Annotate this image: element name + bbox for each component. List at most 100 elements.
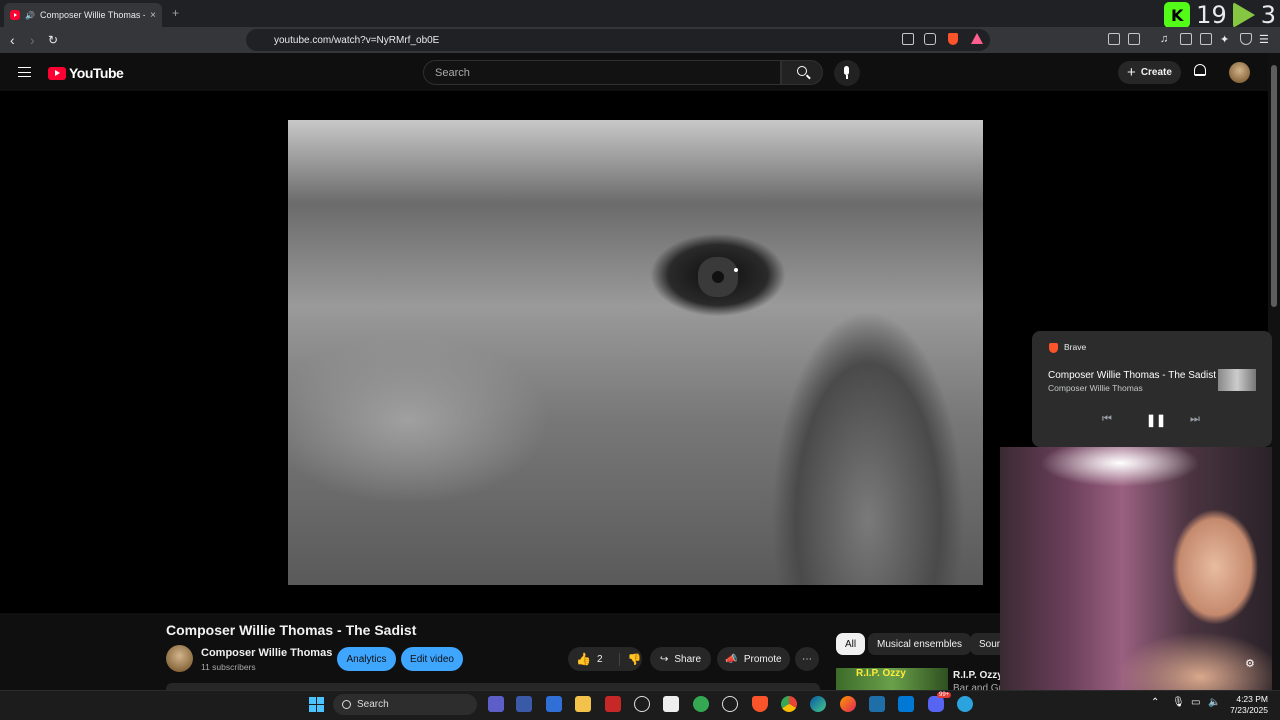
volume-icon[interactable]: 🔈: [1208, 697, 1220, 708]
media-controls-icon[interactable]: ♫: [1160, 33, 1168, 45]
youtube-logo[interactable]: YouTube: [48, 65, 124, 81]
notifications-bell-icon[interactable]: [1194, 64, 1206, 76]
share-page-icon[interactable]: [924, 33, 936, 45]
vpn-shield-icon[interactable]: [1240, 33, 1252, 45]
chip-all[interactable]: All: [836, 633, 866, 655]
app-icon-infinity[interactable]: [869, 696, 885, 712]
kick-viewer-count: 19: [1196, 1, 1227, 29]
video-eye-left: [712, 271, 724, 283]
leo-ai-icon[interactable]: ✦: [1220, 33, 1229, 46]
plus-icon: +: [1127, 64, 1136, 81]
sidebar-icon[interactable]: [1180, 33, 1192, 45]
promote-button[interactable]: 📣 Promote: [717, 647, 790, 671]
gear-icon[interactable]: ⚙: [1245, 657, 1255, 670]
forward-arrow-icon[interactable]: ›: [30, 32, 35, 48]
chrome-icon[interactable]: [781, 696, 797, 712]
stream-counter-overlay: K 19 3: [1164, 1, 1276, 29]
app-icon-capcut[interactable]: [663, 696, 679, 712]
speaker-icon[interactable]: 🔊: [25, 11, 35, 20]
file-explorer-icon[interactable]: [575, 696, 591, 712]
rumble-logo-icon: [1232, 2, 1255, 28]
tray-chevron-icon[interactable]: ⌃: [1151, 697, 1159, 708]
reload-icon[interactable]: ↻: [48, 33, 58, 47]
share-label: Share: [674, 653, 702, 665]
description-box[interactable]: [166, 683, 820, 690]
edit-video-button[interactable]: Edit video: [401, 647, 463, 671]
like-count: 2: [596, 653, 603, 665]
app-icon-b[interactable]: [516, 696, 532, 712]
extensions-icon[interactable]: [1108, 33, 1120, 45]
video-frame-closeup-eyes[interactable]: [288, 120, 983, 585]
search-button[interactable]: [781, 60, 823, 85]
popup-media-title: Composer Willie Thomas - The Sadist: [1048, 370, 1217, 381]
microphone-tray-icon[interactable]: 🎙: [1172, 697, 1185, 708]
account-avatar[interactable]: [1229, 62, 1250, 83]
browser-menu-icon[interactable]: ☰: [1259, 33, 1269, 46]
channel-avatar[interactable]: [166, 645, 193, 672]
brave-logo-icon: [1049, 343, 1058, 353]
back-arrow-icon[interactable]: ‹: [10, 32, 15, 48]
app-icon-red[interactable]: [605, 696, 621, 712]
telegram-icon[interactable]: [957, 696, 973, 712]
new-tab-button[interactable]: +: [172, 6, 179, 20]
vscode-icon[interactable]: [898, 696, 914, 712]
cast-icon[interactable]: [902, 33, 914, 45]
address-url: youtube.com/watch?v=NyRMrf_ob0E: [274, 34, 440, 46]
wallet-icon[interactable]: [1128, 33, 1140, 45]
brave-shields-icon[interactable]: [948, 33, 958, 45]
search-input[interactable]: Search: [423, 60, 781, 85]
discord-icon[interactable]: [928, 696, 944, 712]
recommended-video-thumbnail[interactable]: R.I.P. Ozzy: [836, 668, 948, 690]
create-button[interactable]: + Create: [1118, 61, 1181, 84]
webcam-overlay: [1000, 447, 1272, 690]
pause-icon[interactable]: ❚❚: [1146, 413, 1166, 427]
discord-badge: 99+: [937, 692, 952, 698]
taskbar-search[interactable]: Search: [333, 694, 477, 715]
video-glint: [734, 268, 738, 272]
create-label: Create: [1140, 67, 1172, 78]
app-icon-circle[interactable]: [634, 696, 650, 712]
youtube-wordmark: YouTube: [69, 65, 124, 81]
windows-start-icon[interactable]: [309, 697, 324, 712]
network-icon[interactable]: ▭: [1191, 697, 1200, 708]
menu-hamburger-icon[interactable]: [18, 67, 31, 77]
megaphone-icon: 📣: [725, 653, 738, 665]
like-dislike-group: 👍 2 👎: [568, 647, 642, 671]
app-icon-r[interactable]: [546, 696, 562, 712]
thumbnail-text: R.I.P. Ozzy: [856, 668, 906, 679]
popup-app-name: Brave: [1064, 342, 1087, 352]
next-track-icon[interactable]: ⏭: [1190, 413, 1200, 426]
voice-search-mic-icon[interactable]: [834, 60, 860, 86]
app-icon-green[interactable]: [693, 696, 709, 712]
crypto-wallet-icon[interactable]: [1200, 33, 1212, 45]
tab-title: Composer Willie Thomas - The Sadist: [39, 10, 145, 20]
browser-tab-strip: [0, 0, 1280, 27]
channel-name[interactable]: Composer Willie Thomas: [201, 647, 332, 659]
chip-musical-ensembles[interactable]: Musical ensembles: [868, 633, 972, 655]
edge-icon[interactable]: [810, 696, 826, 712]
analytics-button[interactable]: Analytics: [337, 647, 396, 671]
share-arrow-icon: ↪: [659, 653, 669, 665]
clock-date[interactable]: 7/23/2025: [1228, 705, 1268, 715]
channel-subscriber-count: 11 subscribers: [201, 662, 256, 672]
dislike-thumbs-down-icon[interactable]: 👎: [618, 652, 641, 666]
previous-track-icon[interactable]: ⏮: [1102, 413, 1112, 426]
brave-taskbar-icon[interactable]: [752, 696, 768, 712]
app-icon-obs[interactable]: [722, 696, 738, 712]
scrollbar-thumb[interactable]: [1271, 65, 1277, 307]
browser-tab-active[interactable]: 🔊 Composer Willie Thomas - The Sadist ×: [4, 3, 162, 27]
kick-logo-icon: K: [1164, 2, 1191, 28]
video-title: Composer Willie Thomas - The Sadist: [166, 622, 417, 638]
brave-rewards-icon[interactable]: [971, 33, 983, 44]
firefox-icon[interactable]: [840, 696, 856, 712]
clock-time[interactable]: 4:23 PM: [1236, 694, 1268, 704]
ceiling-light: [1040, 447, 1200, 487]
tab-close-icon[interactable]: ×: [150, 10, 156, 21]
youtube-play-icon: [48, 66, 66, 80]
youtube-favicon-icon: [10, 10, 20, 20]
share-button[interactable]: ↪ Share: [650, 647, 711, 671]
app-icon-a[interactable]: [488, 696, 504, 712]
more-actions-button[interactable]: ⋯: [795, 647, 819, 671]
like-thumbs-up-icon[interactable]: 👍: [576, 652, 591, 666]
address-bar[interactable]: youtube.com/watch?v=NyRMrf_ob0E: [246, 29, 990, 51]
